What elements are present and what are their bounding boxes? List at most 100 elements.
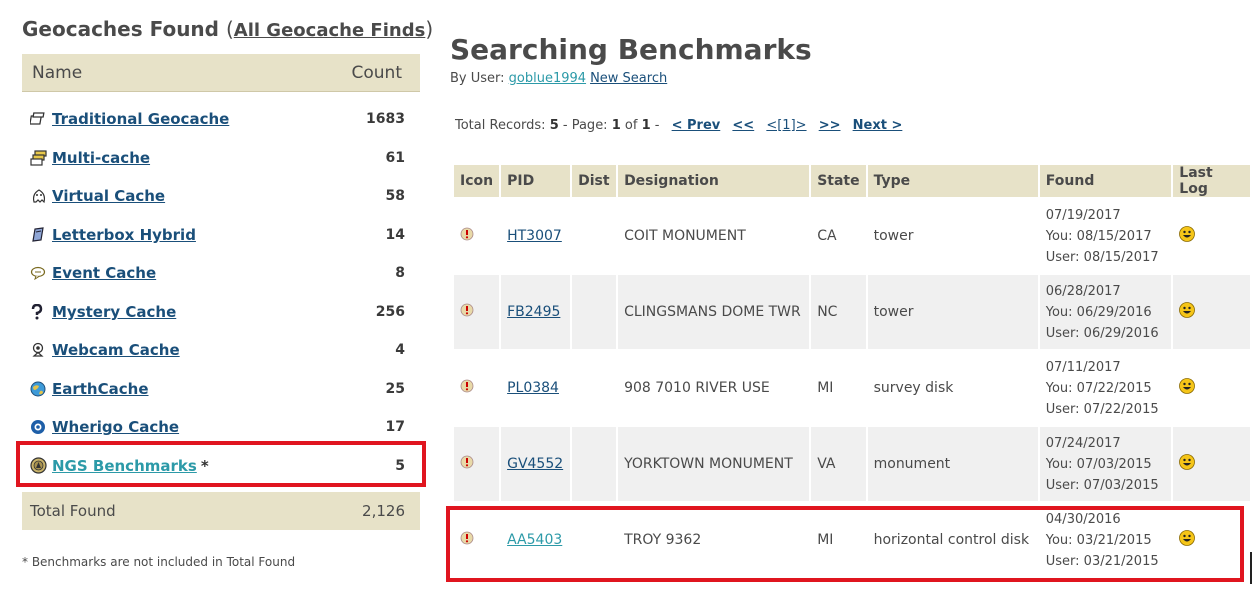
cache-count: 4 [395, 342, 405, 359]
designation-cell: YORKTOWN MONUMENT [618, 427, 810, 501]
page-title: Searching Benchmarks [450, 33, 812, 66]
cache-count: 256 [375, 303, 405, 320]
table-row: GV4552 YORKTOWN MONUMENT VA monument 07/… [454, 427, 1250, 501]
list-item: Webcam Cache 4 [22, 331, 420, 370]
last-page-link[interactable]: >> [819, 118, 841, 133]
smiley-icon [1179, 226, 1196, 246]
state-cell: VA [811, 427, 866, 501]
earthcache-icon [30, 380, 50, 398]
designation-cell: COIT MONUMENT [618, 199, 810, 273]
list-item: Mystery Cache 256 [22, 293, 420, 332]
table-header-row: Icon PID Dist Designation State Type Fou… [454, 165, 1250, 197]
panel-title: Geocaches Found (All Geocache Finds) [22, 17, 434, 41]
event-cache-icon [30, 264, 50, 282]
state-cell: NC [811, 275, 866, 349]
cache-count: 1683 [366, 111, 405, 128]
table-header: Name Count [22, 54, 420, 92]
searching-benchmarks-panel: Searching Benchmarks By User: goblue1994… [450, 30, 1252, 577]
cache-type-list: Traditional Geocache 1683 Multi-cache 61… [22, 100, 420, 485]
col-pid[interactable]: PID [501, 165, 571, 197]
smiley-icon [1179, 302, 1196, 322]
cache-link-traditional[interactable]: Traditional Geocache [52, 110, 229, 128]
prev-page-link[interactable]: < Prev [672, 118, 721, 133]
total-found-row: Total Found 2,126 [22, 492, 420, 530]
dist-cell [572, 351, 617, 425]
total-value: 2,126 [362, 502, 405, 520]
letterbox-icon [30, 226, 50, 244]
cache-count: 8 [395, 265, 405, 282]
wherigo-cache-icon [30, 418, 50, 436]
type-cell: survey disk [867, 351, 1038, 425]
dist-cell [572, 427, 617, 501]
benchmarks-footnote: * Benchmarks are not included in Total F… [22, 555, 296, 569]
cache-link-mystery[interactable]: Mystery Cache [52, 303, 176, 321]
pid-link[interactable]: PL0384 [507, 380, 559, 396]
col-state[interactable]: State [811, 165, 866, 197]
list-item: EarthCache 25 [22, 370, 420, 409]
cache-count: 14 [385, 226, 405, 243]
traditional-cache-icon [30, 110, 50, 128]
state-cell: CA [811, 199, 866, 273]
list-item: Virtual Cache 58 [22, 177, 420, 216]
benchmark-type-icon [460, 379, 474, 397]
cache-link-event[interactable]: Event Cache [52, 264, 156, 282]
multi-cache-icon [30, 149, 50, 167]
list-item: Multi-cache 61 [22, 139, 420, 178]
benchmark-type-icon [460, 227, 474, 245]
next-page-link[interactable]: Next > [853, 118, 903, 133]
cache-link-virtual[interactable]: Virtual Cache [52, 187, 165, 205]
cache-link-letterbox[interactable]: Letterbox Hybrid [52, 226, 196, 244]
by-user-line: By User: goblue1994 New Search [450, 71, 668, 86]
new-search-link[interactable]: New Search [590, 71, 667, 86]
col-found[interactable]: Found [1039, 165, 1172, 197]
header-name: Name [32, 62, 83, 83]
smiley-icon [1179, 454, 1196, 474]
virtual-cache-icon [30, 187, 50, 205]
col-type[interactable]: Type [867, 165, 1038, 197]
pagination: Total Records: 5 - Page: 1 of 1 - < Prev… [455, 118, 903, 133]
cache-link-earthcache[interactable]: EarthCache [52, 380, 149, 398]
total-label: Total Found [30, 502, 116, 520]
first-page-link[interactable]: << [732, 118, 754, 133]
found-cell: 06/28/2017 You: 06/29/2016 User: 06/29/2… [1039, 275, 1172, 349]
col-designation[interactable]: Designation [618, 165, 810, 197]
table-row: FB2495 CLINGSMANS DOME TWR NC tower 06/2… [454, 275, 1250, 349]
table-row: PL0384 908 7010 RIVER USE MI survey disk… [454, 351, 1250, 425]
pid-link[interactable]: FB2495 [507, 304, 560, 320]
pid-link[interactable]: HT3007 [507, 228, 562, 244]
type-cell: tower [867, 275, 1038, 349]
col-last-log[interactable]: Last Log [1173, 165, 1250, 197]
found-cell: 07/11/2017 You: 07/22/2015 User: 07/22/2… [1039, 351, 1172, 425]
table-row: HT3007 COIT MONUMENT CA tower 07/19/2017… [454, 199, 1250, 273]
all-geocache-finds-link[interactable]: All Geocache Finds [234, 20, 426, 41]
pid-link[interactable]: GV4552 [507, 456, 563, 472]
type-cell: tower [867, 199, 1038, 273]
user-link[interactable]: goblue1994 [509, 71, 586, 86]
col-icon[interactable]: Icon [454, 165, 500, 197]
header-count: Count [351, 62, 403, 83]
designation-cell: 908 7010 RIVER USE [618, 351, 810, 425]
smiley-icon [1179, 378, 1196, 398]
state-cell: MI [811, 351, 866, 425]
dist-cell [572, 199, 617, 273]
cache-count: 61 [385, 149, 405, 166]
cache-link-webcam[interactable]: Webcam Cache [52, 341, 180, 359]
cache-count: 17 [385, 419, 405, 436]
current-page-link[interactable]: <[1]> [766, 118, 806, 133]
designation-cell: CLINGSMANS DOME TWR [618, 275, 810, 349]
highlight-box-aa5403 [446, 506, 1244, 582]
list-item: Letterbox Hybrid 14 [22, 216, 420, 255]
found-cell: 07/24/2017 You: 07/03/2015 User: 07/03/2… [1039, 427, 1172, 501]
list-item: Event Cache 8 [22, 254, 420, 293]
list-item: Traditional Geocache 1683 [22, 100, 420, 139]
type-cell: monument [867, 427, 1038, 501]
benchmark-type-icon [460, 303, 474, 321]
col-dist[interactable]: Dist [572, 165, 617, 197]
found-cell: 07/19/2017 You: 08/15/2017 User: 08/15/2… [1039, 199, 1172, 273]
dist-cell [572, 275, 617, 349]
mystery-cache-icon [30, 303, 50, 321]
cache-link-multi[interactable]: Multi-cache [52, 149, 150, 167]
webcam-cache-icon [30, 341, 50, 359]
cache-link-wherigo[interactable]: Wherigo Cache [52, 418, 179, 436]
cache-count: 25 [385, 380, 405, 397]
